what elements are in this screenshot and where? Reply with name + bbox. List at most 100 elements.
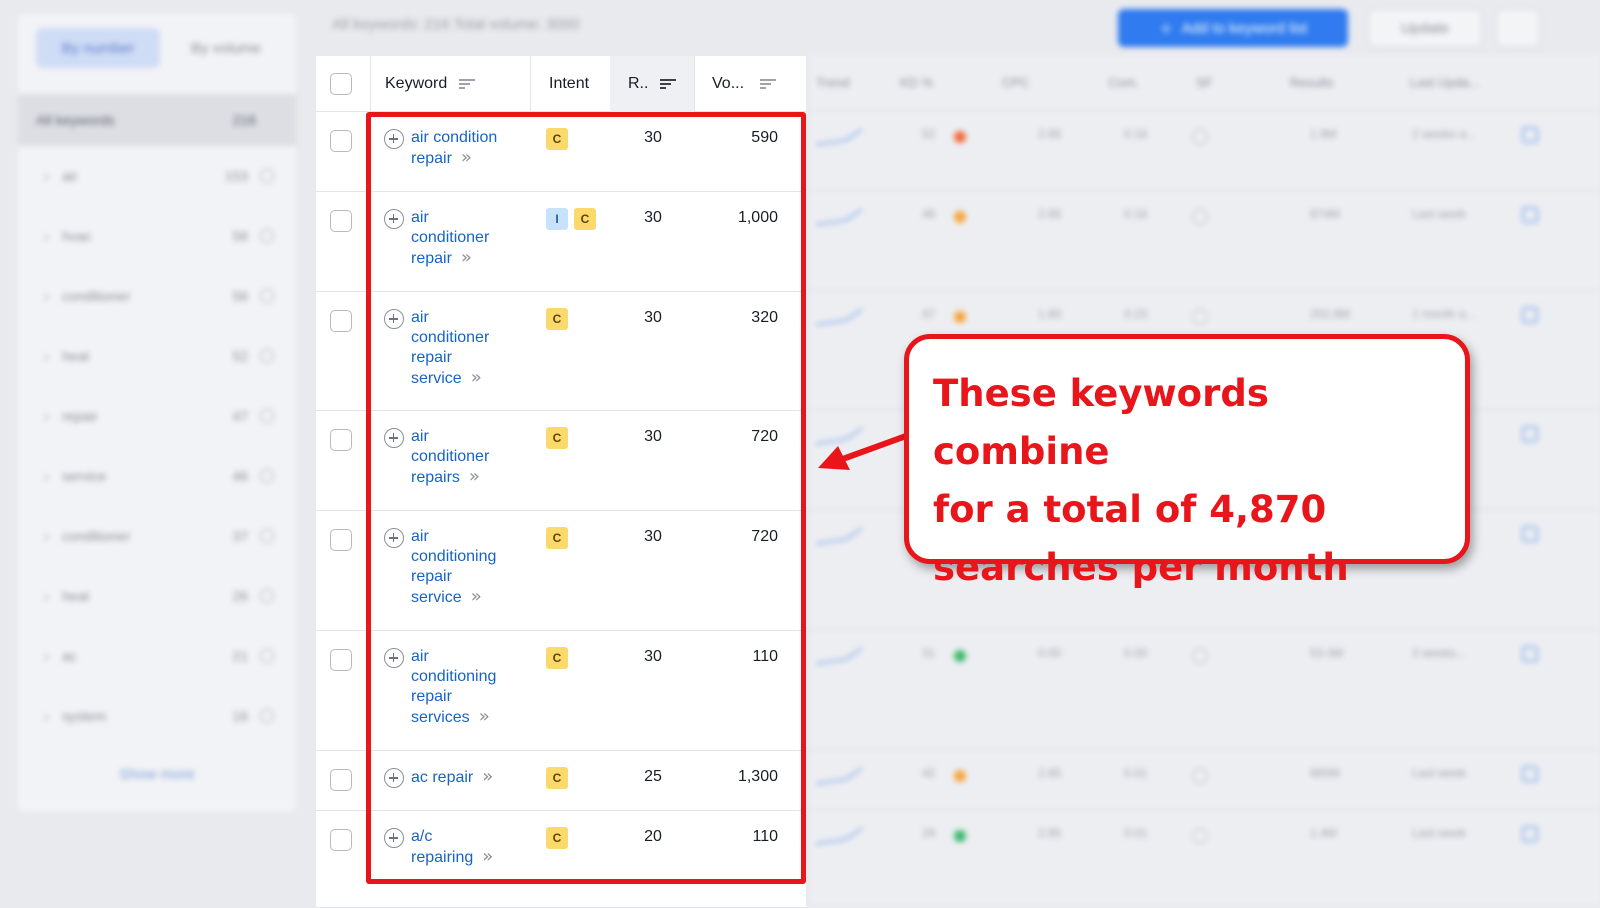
competition-value: 0.01 — [1124, 826, 1148, 840]
all-keywords-group[interactable]: All keywords 216 — [18, 94, 296, 146]
chevron-right-icon[interactable]: › — [44, 648, 62, 664]
refresh-icon[interactable] — [1522, 526, 1538, 542]
group-item[interactable]: › system 16 — [18, 686, 296, 746]
serp-feature-icon — [1192, 828, 1208, 844]
keyword-column-header[interactable]: Keyword — [370, 56, 530, 112]
group-item[interactable]: › conditioner 56 — [18, 266, 296, 326]
show-more-link[interactable]: Show more — [18, 766, 296, 783]
results-value: 1.9M — [1310, 127, 1337, 141]
chevron-right-icon[interactable]: › — [44, 408, 62, 424]
group-item[interactable]: › heat 52 — [18, 326, 296, 386]
extra-column-header[interactable]: Last Upda... — [1410, 75, 1480, 90]
chevron-right-icon[interactable]: › — [44, 348, 62, 364]
group-item[interactable]: › ac 21 — [18, 626, 296, 686]
info-icon[interactable] — [260, 229, 274, 243]
group-item[interactable]: › repair 47 — [18, 386, 296, 446]
row-checkbox[interactable] — [330, 310, 352, 332]
serp-feature-icon — [1192, 768, 1208, 784]
group-count: 56 — [232, 288, 248, 304]
trend-sparkline — [816, 128, 862, 146]
info-icon[interactable] — [260, 409, 274, 423]
table-header: Keyword Intent R.. Vo... — [316, 56, 806, 112]
row-checkbox[interactable] — [330, 130, 352, 152]
update-button[interactable]: Update — [1368, 9, 1482, 47]
trend-sparkline — [816, 527, 862, 545]
serp-feature-icon — [1192, 129, 1208, 145]
add-to-keyword-list-button[interactable]: ＋ Add to keyword list — [1118, 9, 1348, 47]
group-item[interactable]: › heat 26 — [18, 566, 296, 626]
extra-column-header[interactable]: SF — [1196, 75, 1213, 90]
extra-columns-row: 48 2.85 0.16 874M Last week — [810, 191, 1600, 291]
results-value: 1.4M — [1310, 826, 1337, 840]
rank-column-header[interactable]: R.. — [610, 56, 694, 112]
group-item[interactable]: › conditioner 37 — [18, 506, 296, 566]
highlight-box — [366, 112, 806, 884]
extra-column-header[interactable]: Trend — [816, 75, 849, 90]
refresh-icon[interactable] — [1522, 646, 1538, 662]
group-name: air — [62, 168, 78, 184]
select-all-checkbox[interactable] — [330, 73, 352, 95]
info-icon[interactable] — [260, 709, 274, 723]
kd-value: 29 — [922, 826, 936, 840]
cpc-value: 2.85 — [1038, 207, 1062, 221]
row-checkbox[interactable] — [330, 649, 352, 671]
chevron-right-icon[interactable]: › — [44, 528, 62, 544]
extra-column-header[interactable]: Results — [1290, 75, 1333, 90]
intent-column-header[interactable]: Intent — [530, 56, 610, 112]
refresh-icon[interactable] — [1522, 127, 1538, 143]
extra-column-header[interactable]: Com. — [1108, 75, 1139, 90]
cpc-value: 0.00 — [1038, 646, 1062, 660]
group-item[interactable]: › service 46 — [18, 446, 296, 506]
info-icon[interactable] — [260, 469, 274, 483]
sort-descending-icon[interactable] — [660, 78, 677, 90]
refresh-icon[interactable] — [1522, 307, 1538, 323]
row-checkbox[interactable] — [330, 210, 352, 232]
group-name: system — [62, 708, 107, 724]
by-volume-toggle[interactable]: By volume — [164, 28, 288, 68]
kd-value: 42 — [922, 766, 936, 780]
extra-column-header[interactable]: CPC — [1002, 75, 1029, 90]
plus-icon: ＋ — [1158, 20, 1174, 38]
last-updated-value: Last week — [1412, 826, 1467, 840]
last-updated-value: Last week — [1412, 766, 1467, 780]
info-icon[interactable] — [260, 169, 274, 183]
chevron-right-icon[interactable]: › — [44, 468, 62, 484]
by-number-toggle[interactable]: By number — [36, 28, 160, 68]
extra-column-header[interactable]: KD % — [900, 75, 933, 90]
row-checkbox[interactable] — [330, 829, 352, 851]
info-icon[interactable] — [260, 349, 274, 363]
callout-line-3: searches per month — [933, 546, 1349, 589]
row-checkbox[interactable] — [330, 529, 352, 551]
chevron-right-icon[interactable]: › — [44, 588, 62, 604]
refresh-icon[interactable] — [1522, 207, 1538, 223]
competition-value: 0.16 — [1124, 127, 1148, 141]
cpc-value: 1.80 — [1038, 307, 1062, 321]
row-checkbox[interactable] — [330, 769, 352, 791]
group-item[interactable]: › air 153 — [18, 146, 296, 206]
more-options-button[interactable] — [1496, 9, 1540, 47]
sort-icon[interactable] — [760, 78, 777, 90]
info-icon[interactable] — [260, 529, 274, 543]
sort-icon[interactable] — [459, 78, 476, 90]
serp-feature-icon — [1192, 648, 1208, 664]
refresh-icon[interactable] — [1522, 426, 1538, 442]
kd-value: 48 — [922, 207, 936, 221]
keyword-summary: All keywords: 216 Total volume: 3000 — [332, 16, 580, 33]
kd-difficulty-dot — [954, 650, 966, 662]
info-icon[interactable] — [260, 589, 274, 603]
refresh-icon[interactable] — [1522, 766, 1538, 782]
chevron-right-icon[interactable]: › — [44, 708, 62, 724]
group-item[interactable]: › hvac 58 — [18, 206, 296, 266]
info-icon[interactable] — [260, 289, 274, 303]
chevron-right-icon[interactable]: › — [44, 288, 62, 304]
group-count: 58 — [232, 228, 248, 244]
volume-column-header[interactable]: Vo... — [694, 56, 806, 112]
info-icon[interactable] — [260, 649, 274, 663]
refresh-icon[interactable] — [1522, 826, 1538, 842]
trend-sparkline — [816, 208, 862, 226]
last-updated-value: 1 month a... — [1412, 307, 1476, 321]
row-checkbox[interactable] — [330, 429, 352, 451]
extra-columns-row: 31 0.00 0.00 53.3M 3 weeks... — [810, 630, 1600, 750]
chevron-right-icon[interactable]: › — [44, 168, 62, 184]
chevron-right-icon[interactable]: › — [44, 228, 62, 244]
